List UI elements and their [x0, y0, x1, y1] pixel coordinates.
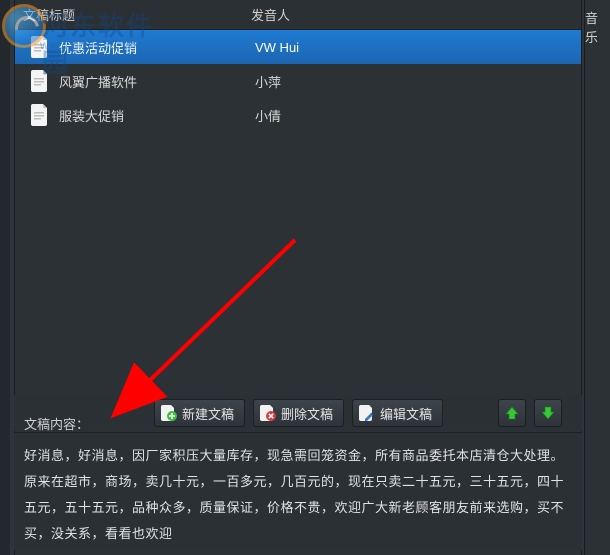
table-row[interactable]: 风翼广播软件 小萍	[15, 64, 581, 98]
delete-document-icon	[260, 405, 276, 421]
reorder-buttons	[498, 399, 562, 427]
row-title: 优惠活动促销	[59, 38, 255, 57]
toolbar: 文稿内容： 新建文稿 删除文稿 编辑文稿	[14, 395, 582, 431]
column-header-title: 文稿标题	[23, 5, 251, 24]
row-speaker: 小倩	[255, 106, 581, 125]
row-title: 风翼广播软件	[59, 72, 255, 91]
button-label: 编辑文稿	[380, 404, 432, 423]
table-row[interactable]: 服装大促销 小倩	[15, 98, 581, 132]
button-group: 新建文稿 删除文稿 编辑文稿	[154, 399, 443, 427]
document-icon	[31, 70, 49, 92]
right-panel-label: 音乐	[585, 8, 608, 46]
app-frame: 文稿标题 发音人 优惠活动促销 VW Hui 风翼广播软件 小萍	[0, 0, 610, 555]
button-label: 新建文稿	[182, 404, 234, 423]
row-speaker: VW Hui	[255, 40, 581, 55]
arrow-up-icon	[504, 405, 520, 421]
table-header: 文稿标题 发音人	[15, 0, 581, 30]
new-document-icon	[161, 405, 177, 421]
new-document-button[interactable]: 新建文稿	[154, 399, 245, 427]
arrow-down-icon	[540, 405, 556, 421]
table-body: 优惠活动促销 VW Hui 风翼广播软件 小萍 服装大促销 小倩	[15, 30, 581, 132]
row-speaker: 小萍	[255, 72, 581, 91]
column-header-speaker: 发音人	[251, 5, 581, 24]
move-down-button[interactable]	[534, 399, 562, 427]
content-label: 文稿内容：	[24, 414, 89, 433]
edit-document-button[interactable]: 编辑文稿	[352, 399, 443, 427]
move-up-button[interactable]	[498, 399, 526, 427]
edit-document-icon	[359, 405, 375, 421]
row-title: 服装大促销	[59, 106, 255, 125]
button-label: 删除文稿	[281, 404, 333, 423]
delete-document-button[interactable]: 删除文稿	[253, 399, 344, 427]
document-icon	[31, 104, 49, 126]
right-panel-strip: 音乐	[584, 0, 610, 555]
table-row[interactable]: 优惠活动促销 VW Hui	[15, 30, 581, 64]
document-icon	[31, 36, 49, 58]
content-text[interactable]: 好消息，好消息，因厂家积压大量库存，现急需回笼资金，所有商品委托本店清仓大处理。…	[14, 432, 582, 550]
left-gutter	[0, 0, 10, 555]
